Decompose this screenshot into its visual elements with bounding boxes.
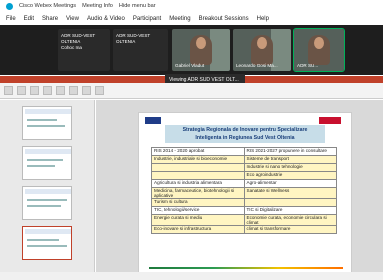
- table-row: Industrie si nano tehnologie: [151, 163, 337, 172]
- thumb-line: [27, 159, 63, 161]
- table-row: TIC, tehnologii/service TIC si Digitaliza…: [151, 206, 337, 215]
- thumb-header: [25, 229, 71, 234]
- thumb-line: [27, 245, 67, 247]
- menu-file[interactable]: File: [6, 16, 16, 22]
- tile-name: ADR SUD-VEST OLTENIA: [116, 33, 151, 44]
- table-cell: TIC si Digitalizare: [243, 206, 337, 215]
- thumb-line: [27, 119, 57, 121]
- slide-thumbnail[interactable]: [22, 106, 72, 140]
- slide-title-line: Inteligenta in Regiunea Sud Vest Oltenia: [195, 135, 295, 141]
- table-cell: Agro-alimentar: [243, 179, 337, 188]
- menu-meeting[interactable]: Meeting: [169, 16, 190, 22]
- menu-audio-video[interactable]: Audio & Video: [87, 16, 125, 22]
- table-row: Industrie, industriale si bioeconomie Sis…: [151, 155, 337, 164]
- table-cell: Medicina, farmaceutice, biotehnologii si…: [151, 187, 245, 199]
- regio-logo: [319, 117, 341, 124]
- ribbon-button[interactable]: [43, 86, 52, 95]
- table-row: Eco-inovare si infrastructura climat si t…: [151, 225, 337, 234]
- slide-thumbnail-selected[interactable]: [22, 226, 72, 260]
- video-tile[interactable]: ADR SUD-VEST OLTENIA: [113, 29, 168, 71]
- table-cell: Economie curata, economie circulara si c…: [243, 214, 337, 226]
- tile-subname: Cohoc Ina: [61, 45, 82, 50]
- table-cell: Sanatate si Wellness: [243, 187, 337, 199]
- ribbon-button[interactable]: [56, 86, 65, 95]
- table-cell: [151, 171, 245, 180]
- slide-thumbnail[interactable]: [22, 186, 72, 220]
- thumb-line: [27, 165, 55, 167]
- table-row: Energie curata si mediu Economie curata, …: [151, 214, 337, 226]
- table-cell: Turism si cultura: [151, 198, 245, 207]
- thumb-line: [27, 239, 59, 241]
- thumb-line: [27, 205, 61, 207]
- table-cell: Energie curata si mediu: [151, 214, 245, 226]
- table-row: Eco agroindustrie: [151, 171, 337, 180]
- ribbon-button[interactable]: [17, 86, 26, 95]
- current-slide: Strategia Regionala de Inovare pentru Sp…: [138, 112, 352, 274]
- table-cell: Eco-inovare si infrastructura: [151, 225, 245, 234]
- ribbon-button[interactable]: [4, 86, 13, 95]
- participant-face: [314, 37, 324, 49]
- table-cell: climat si transformare: [243, 225, 337, 234]
- video-tile[interactable]: Gabriel Vladut: [172, 29, 230, 71]
- table-cell: Industrie si nano tehnologie: [243, 163, 337, 172]
- slide-thumbnail[interactable]: [22, 146, 72, 180]
- thumb-line: [27, 199, 67, 201]
- window-titlebar: Cisco Webex Meetings Meeting Info Hide m…: [0, 0, 383, 12]
- strategy-table: RIS 2014 - 2020 aprobat RIS 2021-2027 pro…: [151, 147, 337, 234]
- video-background: [210, 29, 230, 71]
- thumb-line: [27, 125, 65, 127]
- table-cell: Sisteme de transport: [243, 155, 337, 164]
- menu-breakout[interactable]: Breakout Sessions: [199, 16, 249, 22]
- status-bar: [0, 272, 383, 280]
- video-strip: ADR SUD-VEST OLTENIA Cohoc Ina ADR SUD-VE…: [0, 25, 383, 75]
- ribbon-button[interactable]: [30, 86, 39, 95]
- participant-face: [196, 37, 206, 49]
- table-row: RIS 2014 - 2020 aprobat RIS 2021-2027 pro…: [151, 147, 337, 156]
- menu-bar: File Edit Share View Audio & Video Parti…: [0, 13, 383, 24]
- ribbon-button[interactable]: [95, 86, 104, 95]
- menu-participant[interactable]: Participant: [133, 16, 161, 22]
- menu-edit[interactable]: Edit: [24, 16, 34, 22]
- menu-view[interactable]: View: [66, 16, 79, 22]
- menu-share[interactable]: Share: [42, 16, 58, 22]
- slide-editing-area: Strategia Regionala de Inovare pentru Sp…: [96, 100, 383, 275]
- tile-name: Gabriel Vladut: [175, 63, 205, 68]
- powerpoint-ribbon: [0, 83, 383, 99]
- slide-thumbnail-pane: [0, 100, 95, 275]
- slide-title-line: Strategia Regionala de Inovare pentru Sp…: [182, 127, 308, 133]
- hide-menu-bar-link[interactable]: Hide menu bar: [119, 3, 156, 9]
- app-title: Cisco Webex Meetings: [19, 3, 77, 9]
- meeting-info-link[interactable]: Meeting Info: [82, 3, 113, 9]
- thumb-header: [25, 109, 71, 114]
- thumb-header: [25, 149, 71, 154]
- tile-name: Leonardo Gosi Ma...: [236, 63, 278, 68]
- table-cell: Agricultura si industria alimentara: [151, 179, 245, 188]
- table-cell: RIS 2021-2027 propunere in consultare: [243, 147, 337, 156]
- webex-logo-icon: [6, 2, 13, 10]
- ribbon-button[interactable]: [69, 86, 78, 95]
- table-cell: Industrie, industriale si bioeconomie: [151, 155, 245, 164]
- video-tile[interactable]: ADR SU...: [293, 28, 345, 72]
- table-cell: [243, 198, 337, 207]
- tile-name: ADR SUD-VEST OLTENIA: [61, 33, 96, 44]
- table-cell: [151, 163, 245, 172]
- table-row: Turism si cultura: [151, 198, 337, 207]
- participant-face: [257, 37, 267, 49]
- table-cell: Eco agroindustrie: [243, 171, 337, 180]
- slide-footer-bar: [149, 267, 343, 269]
- video-tile[interactable]: ADR SUD-VEST OLTENIA Cohoc Ina: [58, 29, 110, 71]
- table-cell: RIS 2014 - 2020 aprobat: [151, 147, 245, 156]
- slide-title: Strategia Regionala de Inovare pentru Sp…: [165, 125, 325, 143]
- menu-help[interactable]: Help: [257, 16, 269, 22]
- video-tile[interactable]: Leonardo Gosi Ma...: [233, 29, 291, 71]
- table-row: Agricultura si industria alimentara Agro-…: [151, 179, 337, 188]
- viewing-text: Viewing ADR SUD VEST OLT...: [169, 76, 239, 83]
- table-row: Medicina, farmaceutice, biotehnologii si…: [151, 187, 337, 199]
- ribbon-button[interactable]: [82, 86, 91, 95]
- thumb-header: [25, 189, 71, 194]
- eu-logo: [145, 117, 161, 124]
- table-cell: TIC, tehnologii/service: [151, 206, 245, 215]
- tile-name: ADR SU...: [297, 63, 319, 68]
